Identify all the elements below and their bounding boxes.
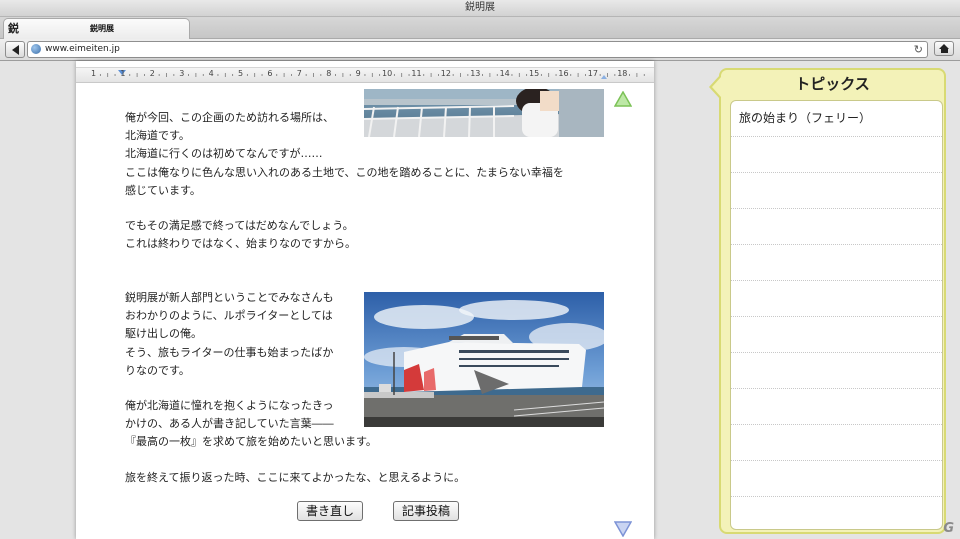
paragraph-1: 俺が今回、この企画のため訪れる場所は、 北海道です。 北海道に行くのは初めてなんです… xyxy=(125,111,564,197)
ruler-number: 1 xyxy=(91,69,97,78)
topic-item[interactable]: 旅の始まり（フェリー） xyxy=(731,101,942,137)
ruler-number: 6 xyxy=(267,69,273,78)
paragraph-3: 鋭明展が新人部門ということでみなさんも おわかりのように、ルポライターとしては 駆け… xyxy=(125,291,334,377)
ruler-number: 15 xyxy=(529,69,540,78)
topics-header: トピックス xyxy=(795,75,870,93)
post-article-button[interactable]: 記事投稿 xyxy=(393,501,459,521)
tab-strip: 鋭 鋭明展 xyxy=(0,17,960,39)
ruler-number: 12 xyxy=(440,69,451,78)
rewrite-button[interactable]: 書き直し xyxy=(297,501,363,521)
topic-item xyxy=(731,353,942,389)
page-content: 1 1 2 3 4 5 6 7 8 9 10 11 12 13 14 15 16 17 18 xyxy=(0,61,960,539)
topic-item xyxy=(731,497,942,529)
ruler-number: 18 xyxy=(617,69,628,78)
topics-tab-notch-inner xyxy=(712,77,721,97)
topic-item xyxy=(731,281,942,317)
reload-icon[interactable]: ↻ xyxy=(914,42,923,57)
topics-list: 旅の始まり（フェリー） xyxy=(730,100,943,530)
topics-panel: トピックス 旅の始まり（フェリー） xyxy=(719,68,946,534)
ruler-number: 3 xyxy=(179,69,185,78)
ruler-number: 16 xyxy=(558,69,569,78)
paragraph-5: 旅を終えて振り返った時、ここに来てよかったな、と思えるように。 xyxy=(125,471,466,484)
window-title: 鋭明展 xyxy=(0,0,960,17)
paragraph-4: 俺が北海道に憧れを抱くようになったきっ かけの、ある人が書き記していた言葉―― 『最… xyxy=(125,399,377,449)
topic-item xyxy=(731,389,942,425)
home-icon xyxy=(938,44,950,53)
ruler: 1 1 2 3 4 5 6 7 8 9 10 11 12 13 14 15 16 17 18 xyxy=(76,67,654,83)
browser-toolbar: www.eimeiten.jp ↻ xyxy=(0,39,960,61)
topic-item xyxy=(731,317,942,353)
ruler-number: 11 xyxy=(411,69,422,78)
ruler-number: 17 xyxy=(587,69,598,78)
ruler-number: 1 xyxy=(120,69,126,78)
site-favicon-icon: 鋭 xyxy=(8,22,19,35)
ruler-number: 2 xyxy=(149,69,155,78)
topic-item xyxy=(731,137,942,173)
topic-item xyxy=(731,245,942,281)
ruler-number: 9 xyxy=(355,69,361,78)
topic-item xyxy=(731,461,942,497)
ruler-number: 8 xyxy=(326,69,332,78)
ruler-number: 14 xyxy=(499,69,510,78)
topic-item xyxy=(731,173,942,209)
topic-item xyxy=(731,209,942,245)
browser-tab[interactable]: 鋭 鋭明展 xyxy=(3,18,190,39)
url-text: www.eimeiten.jp xyxy=(45,44,120,54)
topic-item xyxy=(731,425,942,461)
ruler-number: 13 xyxy=(470,69,481,78)
ruler-number: 10 xyxy=(382,69,393,78)
ruler-number: 7 xyxy=(296,69,302,78)
scroll-down-icon[interactable] xyxy=(614,521,632,537)
photo-ferry xyxy=(364,292,604,427)
watermark-logo: G xyxy=(943,521,954,536)
address-bar[interactable]: www.eimeiten.jp ↻ xyxy=(27,41,928,58)
ruler-number: 5 xyxy=(238,69,244,78)
paragraph-2: でもその満足感で終ってはだめなんでしょう。 これは終わりではなく、始まりなのですか… xyxy=(125,219,356,251)
tab-label: 鋭明展 xyxy=(90,24,114,33)
back-button[interactable] xyxy=(5,41,25,58)
ruler-number: 4 xyxy=(208,69,214,78)
article-editor: 1 1 2 3 4 5 6 7 8 9 10 11 12 13 14 15 16 17 18 xyxy=(76,61,654,539)
globe-icon xyxy=(31,44,41,54)
back-arrow-icon xyxy=(11,44,19,55)
scroll-up-icon[interactable] xyxy=(614,91,632,107)
home-button[interactable] xyxy=(934,41,954,56)
right-indent-marker-icon[interactable] xyxy=(601,75,607,79)
